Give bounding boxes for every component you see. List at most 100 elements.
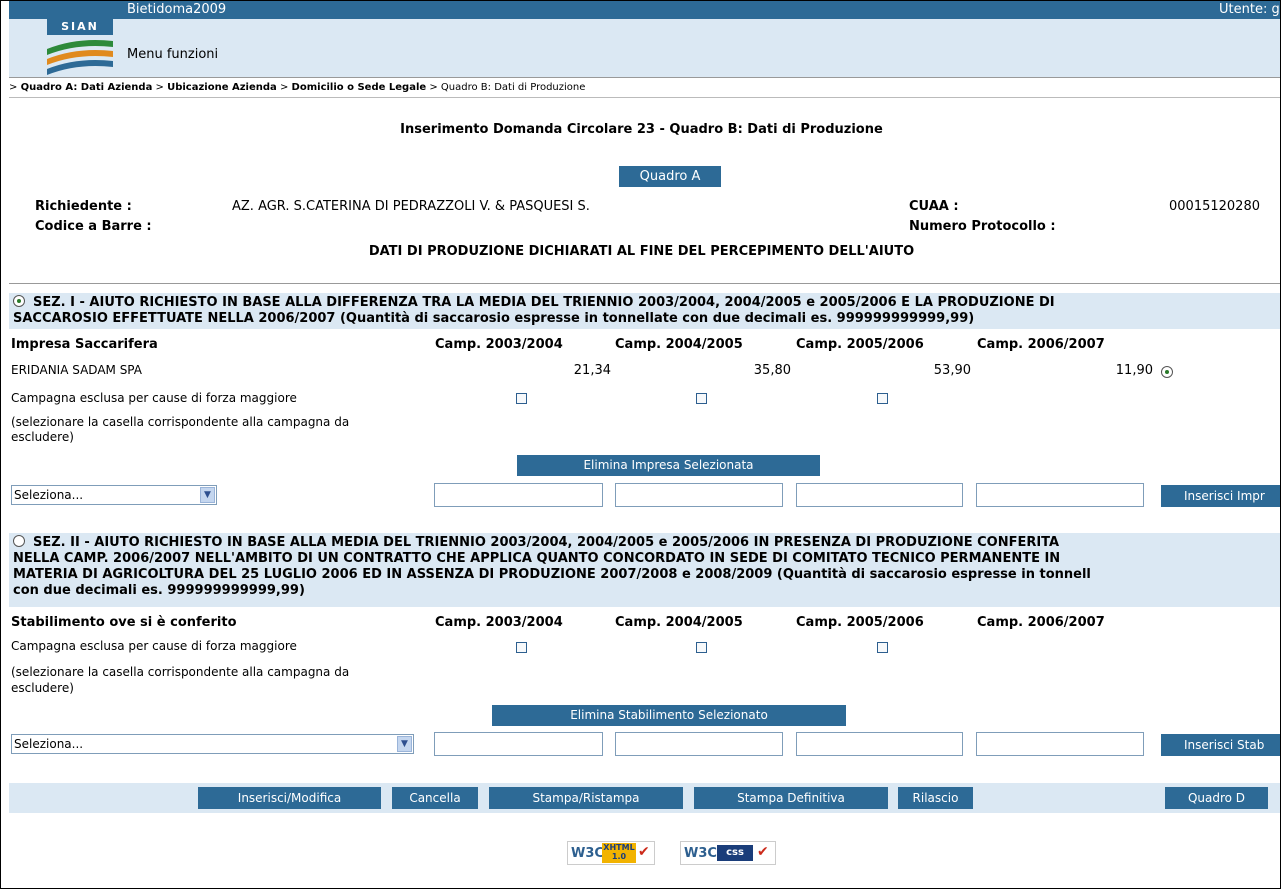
section2-exclude-2003-checkbox[interactable] [516,642,527,653]
section2-camp-2005: Camp. 2005/2006 [796,615,924,630]
section1-title-line1: SEZ. I - AIUTO RICHIESTO IN BASE ALLA DI… [33,295,1055,310]
section1-input-2006[interactable] [976,483,1144,507]
inserisci-stabilimento-button[interactable]: Inserisci Stab [1161,734,1280,756]
stampa-definitiva-button[interactable]: Stampa Definitiva [694,787,888,809]
section2-input-2005[interactable] [796,732,963,756]
menu-bar: SIAN Menu funzioni [9,19,1280,77]
quadro-d-button[interactable]: Quadro D [1165,787,1268,809]
quadro-a-button[interactable]: Quadro A [619,166,721,187]
stabilimento-select-value: Seleziona... [14,737,84,751]
section1-camp-2005: Camp. 2005/2006 [796,337,924,352]
section1-title-row: SEZ. I - AIUTO RICHIESTO IN BASE ALLA DI… [13,295,1280,311]
section1-radio[interactable] [13,295,25,307]
section2-exclude-2004-checkbox[interactable] [696,642,707,653]
breadcrumb-sep: > [279,82,289,93]
breadcrumb-sep: > [9,82,18,93]
cancella-button[interactable]: Cancella [392,787,478,809]
section1-camp-2006: Camp. 2006/2007 [977,337,1105,352]
section1-camp-2004: Camp. 2004/2005 [615,337,743,352]
cuaa-value: 00015120280 [1169,199,1260,214]
inserisci-impresa-button[interactable]: Inserisci Impr [1161,485,1280,507]
richiedente-value: AZ. AGR. S.CATERINA DI PEDRAZZOLI V. & P… [232,199,590,214]
sian-logo-text: SIAN [47,19,113,35]
section2-hint-line2: escludere) [11,681,74,695]
page-frame: Bietidoma2009 Utente: g SIAN Menu funzio… [0,0,1281,889]
css-tag: css [717,845,753,861]
richiedente-label: Richiedente : [35,199,132,214]
section1-exclude-2005-checkbox[interactable] [877,393,888,404]
xhtml-version: 1.0 [611,852,627,861]
divider [9,283,1280,284]
section1-camp-2003: Camp. 2003/2004 [435,337,563,352]
breadcrumb-sep: > [429,82,438,93]
title-bar: Bietidoma2009 Utente: g [9,1,1280,19]
rilascio-button[interactable]: Rilascio [898,787,973,809]
breadcrumb-item-domicilio[interactable]: Domicilio o Sede Legale [292,82,427,93]
impresa-select[interactable]: Seleziona... ▼ [11,485,217,505]
section1-exclude-2003-checkbox[interactable] [516,393,527,404]
section2-input-2006[interactable] [976,732,1144,756]
section2-title-line4: con due decimali es. 999999999999,99) [13,583,305,598]
xhtml-tag: XHTML 1.0 [602,843,636,863]
app-title: Bietidoma2009 [127,2,227,17]
elimina-impresa-button[interactable]: Elimina Impresa Selezionata [517,455,820,476]
section1-excluded-label: Campagna esclusa per cause di forza magg… [11,391,297,405]
section2-camp-2004: Camp. 2004/2005 [615,615,743,630]
breadcrumb-item-quadro-a[interactable]: Quadro A: Dati Azienda [21,82,153,93]
section2-title-line1: SEZ. II - AIUTO RICHIESTO IN BASE ALLA M… [33,535,1060,550]
w3c-css-badge[interactable]: W3C css ✔ [680,841,776,865]
stampa-ristampa-button[interactable]: Stampa/Ristampa [489,787,683,809]
section1-col-header: Impresa Saccarifera [11,337,158,352]
section2-camp-2003: Camp. 2003/2004 [435,615,563,630]
section2-hint-line1: (selezionare la casella corrispondente a… [11,665,350,679]
w3c-xhtml-label: W3C [571,846,604,861]
section1-input-2004[interactable] [615,483,783,507]
value-2006: 11,90 [1115,363,1153,378]
checkmark-icon: ✔ [757,844,769,860]
value-2003: 21,34 [573,363,611,378]
section2-excluded-label: Campagna esclusa per cause di forza magg… [11,639,297,653]
section2-header: SEZ. II - AIUTO RICHIESTO IN BASE ALLA M… [9,533,1280,607]
sian-logo-waves [47,40,113,75]
section2-title-row: SEZ. II - AIUTO RICHIESTO IN BASE ALLA M… [13,535,1280,551]
chevron-down-icon: ▼ [200,487,215,503]
section2-title-line2: NELLA CAMP. 2006/2007 NELL'AMBITO DI UN … [13,551,1061,566]
section1-input-2005[interactable] [796,483,963,507]
section2-input-2004[interactable] [615,732,783,756]
cuaa-label: CUAA : [909,199,959,214]
section1-header: SEZ. I - AIUTO RICHIESTO IN BASE ALLA DI… [9,293,1280,329]
section2-col-header: Stabilimento ove si è conferito [11,615,237,630]
section2-radio[interactable] [13,535,25,547]
value-2004: 35,80 [753,363,791,378]
breadcrumb-item-ubicazione[interactable]: Ubicazione Azienda [167,82,277,93]
section2-exclude-2005-checkbox[interactable] [877,642,888,653]
section1-hint-line1: (selezionare la casella corrispondente a… [11,415,350,429]
section2-input-2003[interactable] [434,732,603,756]
section1-input-2003[interactable] [434,483,603,507]
value-2005: 53,90 [933,363,971,378]
checkmark-icon: ✔ [638,844,650,860]
w3c-css-label: W3C [684,846,717,861]
menu-funzioni-link[interactable]: Menu funzioni [127,47,218,62]
breadcrumb-sep: > [155,82,164,93]
section1-hint-line2: escludere) [11,430,74,444]
chevron-down-icon: ▼ [397,736,412,752]
section2-title-line3: MATERIA DI AGRICOLTURA DEL 25 LUGLIO 200… [13,567,1091,582]
breadcrumb-current: Quadro B: Dati di Produzione [440,82,586,93]
sian-logo: SIAN [47,19,113,77]
elimina-stabilimento-button[interactable]: Elimina Stabilimento Selezionato [492,705,846,726]
user-label: Utente: g [1219,2,1280,17]
xhtml-text: XHTML [603,843,635,852]
section2-camp-2006: Camp. 2006/2007 [977,615,1105,630]
breadcrumb: > Quadro A: Dati Azienda > Ubicazione Az… [9,77,1280,98]
section1-exclude-2004-checkbox[interactable] [696,393,707,404]
w3c-xhtml-badge[interactable]: W3C XHTML 1.0 ✔ [567,841,655,865]
impresa-select-value: Seleziona... [14,488,84,502]
stabilimento-select[interactable]: Seleziona... ▼ [11,734,414,754]
page-title: Inserimento Domanda Circolare 23 - Quadr… [400,122,883,137]
inserisci-modifica-button[interactable]: Inserisci/Modifica [198,787,381,809]
impresa-select-radio[interactable] [1161,366,1173,378]
impresa-name: ERIDANIA SADAM SPA [11,363,142,377]
section1-title-line2: SACCAROSIO EFFETTUATE NELLA 2006/2007 (Q… [13,311,975,326]
section-subtitle: DATI DI PRODUZIONE DICHIARATI AL FINE DE… [368,244,915,259]
